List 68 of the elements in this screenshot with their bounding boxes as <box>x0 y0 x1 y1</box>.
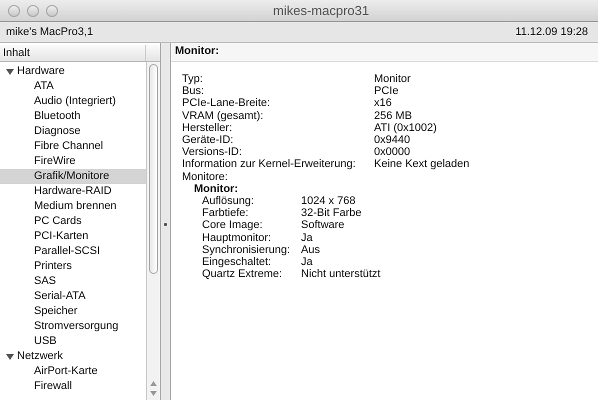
group-label: Monitore: <box>182 170 228 183</box>
property-label: Versions-ID: <box>182 146 243 158</box>
tree-item[interactable]: Medium brennen <box>0 199 146 214</box>
property-value: 32-Bit Farbe <box>301 207 363 220</box>
scroll-thumb[interactable] <box>149 64 158 274</box>
tree-item[interactable]: Audio (Integriert) <box>0 94 146 109</box>
property-value: Monitor <box>374 73 412 86</box>
property-label: Hauptmonitor: <box>202 232 272 244</box>
property-label: Synchronisierung: <box>202 244 292 256</box>
property-label: Eingeschaltet: <box>202 256 272 268</box>
property-label: Core Image: <box>202 219 264 232</box>
property-label: Quartz Extreme: <box>202 268 284 280</box>
property-value: Nicht unterstützt <box>301 268 382 280</box>
property-label: Auflösung: <box>202 195 255 208</box>
tree-item[interactable]: Firewall <box>0 379 146 394</box>
property-label: Hersteller: <box>182 122 234 134</box>
scroll-up-icon[interactable] <box>150 381 157 386</box>
scroll-down-icon[interactable] <box>150 391 157 396</box>
tree-item[interactable]: Diagnose <box>0 124 146 139</box>
property-label: PCIe-Lane-Breite: <box>182 97 272 110</box>
disclosure-triangle-icon[interactable] <box>6 68 14 76</box>
tree-item[interactable]: USB <box>0 334 146 349</box>
tree-item[interactable]: Hardware-RAID <box>0 184 146 199</box>
property-label: Bus: <box>182 85 206 98</box>
scrollbar[interactable] <box>146 62 160 400</box>
property-label: Farbtiefe: <box>202 207 250 220</box>
tree-item[interactable]: Printers <box>0 259 146 274</box>
property-value: Keine Kext geladen <box>374 158 470 171</box>
property-value: PCIe <box>374 85 400 98</box>
property-value: Software <box>301 219 346 232</box>
splitter-handle[interactable] <box>164 222 167 226</box>
tree-item[interactable]: Serial-ATA <box>0 289 146 304</box>
tree-item[interactable]: Stromversorgung <box>0 319 146 334</box>
property-value: 1024 x 768 <box>301 195 356 208</box>
disclosure-triangle-icon[interactable] <box>6 352 14 360</box>
tree-item[interactable]: FireWire <box>0 154 146 169</box>
tree-item[interactable]: PCI-Karten <box>0 229 146 244</box>
property-value: x16 <box>374 97 393 110</box>
property-value: Ja <box>301 256 314 268</box>
minimize-button[interactable] <box>27 4 39 16</box>
tree-item[interactable]: SAS <box>0 274 146 289</box>
property-value: 256 MB <box>374 110 413 122</box>
tree-item[interactable]: Hardware <box>0 64 146 79</box>
property-value: ATI (0x1002) <box>374 122 438 134</box>
property-value: 0x0000 <box>374 146 412 158</box>
date-time: 11.12.09 19:28 <box>515 26 588 38</box>
zoom-button[interactable] <box>46 4 58 16</box>
tree-item[interactable]: Parallel-SCSI <box>0 244 146 259</box>
computer-name: mike's MacPro3,1 <box>6 26 94 38</box>
property-value: Ja <box>301 232 314 244</box>
property-label: Geräte-ID: <box>182 134 234 146</box>
tree-item[interactable]: Netzwerk <box>0 349 146 364</box>
close-button[interactable] <box>8 4 20 16</box>
tree-item[interactable]: AirPort-Karte <box>0 364 146 379</box>
tree-item[interactable]: ATA <box>0 79 146 94</box>
tree-item[interactable]: PC Cards <box>0 214 146 229</box>
property-value: 0x9440 <box>374 134 412 146</box>
tree-item[interactable]: Fibre Channel <box>0 139 146 154</box>
window-title: mikes-macpro31 <box>273 3 370 18</box>
tree-item[interactable]: Speicher <box>0 304 146 319</box>
property-label: VRAM (gesamt): <box>182 110 264 122</box>
property-value: Aus <box>301 244 321 256</box>
section-heading: Monitor: <box>175 45 219 57</box>
property-label: Information zur Kernel-Erweiterung: <box>182 158 357 171</box>
tree-item[interactable]: Grafik/Monitore <box>0 169 146 184</box>
tree-item[interactable]: Bluetooth <box>0 109 146 124</box>
subsection-heading: Monitor: <box>194 182 238 195</box>
property-label: Typ: <box>182 73 204 86</box>
